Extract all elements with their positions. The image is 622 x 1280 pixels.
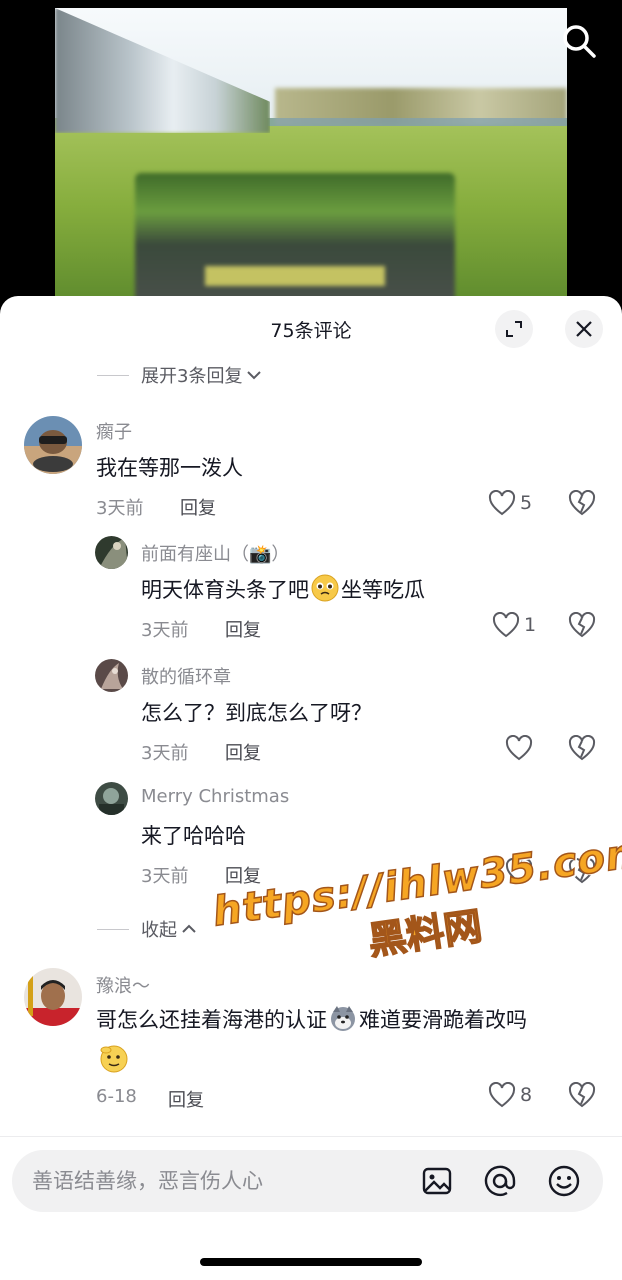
chevron-down-icon xyxy=(247,371,262,380)
comment-text-part: 明天体育头条了吧 xyxy=(141,578,309,602)
husky-dog-icon xyxy=(331,1006,355,1031)
heart-icon xyxy=(505,735,533,761)
reply-button[interactable]: 回复 xyxy=(225,616,261,642)
image-icon[interactable] xyxy=(420,1164,454,1198)
avatar[interactable] xyxy=(95,782,128,815)
like-count: 8 xyxy=(520,1084,533,1106)
close-icon[interactable] xyxy=(565,310,603,348)
search-icon[interactable] xyxy=(560,22,598,60)
input-divider xyxy=(0,1136,622,1137)
like-button[interactable]: 5 xyxy=(488,490,532,516)
avatar[interactable] xyxy=(95,536,128,569)
reply-button[interactable]: 回复 xyxy=(180,494,216,520)
comment-author[interactable]: 散的循环章 xyxy=(141,663,231,689)
at-icon[interactable] xyxy=(483,1164,517,1198)
comment-author[interactable]: 豫浪～ xyxy=(96,972,150,998)
comment-text-part: 坐等吃瓜 xyxy=(341,578,425,602)
comment-time: 3天前 xyxy=(141,743,189,764)
reply-button[interactable]: 回复 xyxy=(225,739,261,765)
comment-time: 3天前 xyxy=(141,866,189,887)
comment-time: 3天前 xyxy=(141,620,189,641)
broken-heart-icon[interactable] xyxy=(568,734,596,765)
like-count: 5 xyxy=(520,492,533,514)
heart-icon xyxy=(488,490,516,516)
collapse-label: 收起 xyxy=(141,920,177,941)
divider-line xyxy=(97,928,129,930)
like-count: 1 xyxy=(524,614,537,636)
comment-text: 来了哈哈哈 xyxy=(141,824,246,848)
like-button[interactable] xyxy=(505,735,533,761)
like-button[interactable]: 8 xyxy=(488,1082,532,1108)
comment-time: 3天前 xyxy=(96,498,144,519)
comment-author[interactable]: Merry Christmas xyxy=(141,786,289,807)
like-button[interactable]: 1 xyxy=(492,612,536,638)
comment-text-part: 难道要滑跪着改吗 xyxy=(359,1008,527,1032)
comment-text: 怎么了？到底怎么了呀？ xyxy=(141,701,372,725)
home-indicator[interactable] xyxy=(200,1258,422,1266)
heart-icon xyxy=(488,1082,516,1108)
expand-replies-label: 展开3条回复 xyxy=(141,366,243,387)
expand-icon[interactable] xyxy=(495,310,533,348)
avatar[interactable] xyxy=(95,659,128,692)
broken-heart-icon[interactable] xyxy=(568,489,596,520)
comment-input-bar xyxy=(12,1150,603,1212)
reply-button[interactable]: 回复 xyxy=(225,862,261,888)
comment-text-line2 xyxy=(96,1042,132,1074)
reply-button[interactable]: 回复 xyxy=(168,1086,204,1112)
chevron-up-icon xyxy=(182,924,196,933)
collapse-replies-button[interactable]: 收起 xyxy=(97,916,197,942)
comment-author[interactable]: 前面有座山（📸） xyxy=(141,540,289,566)
avatar[interactable] xyxy=(24,416,82,474)
comment-sheet: 75条评论 展开3条回复 瘸子 我在等那一泼人 3天前 回复 5 前面有座山（📸… xyxy=(0,296,622,1280)
heart-icon xyxy=(492,612,520,638)
comment-text: 哥怎么还挂着海港的认证 难道要滑跪着改吗 xyxy=(96,1004,527,1034)
pleading-face-icon xyxy=(311,574,339,602)
divider-line xyxy=(97,374,129,376)
salute-face-icon xyxy=(100,1045,128,1073)
emoji-icon[interactable] xyxy=(547,1164,581,1198)
broken-heart-icon[interactable] xyxy=(568,857,596,888)
video-planter-slot xyxy=(205,266,385,286)
expand-replies-button[interactable]: 展开3条回复 xyxy=(97,362,262,388)
like-button[interactable] xyxy=(505,858,533,884)
comment-text: 我在等那一泼人 xyxy=(96,456,243,480)
broken-heart-icon[interactable] xyxy=(568,611,596,642)
comment-author[interactable]: 瘸子 xyxy=(96,418,132,444)
comment-time: 6-18 xyxy=(96,1086,137,1107)
comment-input[interactable] xyxy=(32,1150,412,1212)
heart-icon xyxy=(505,858,533,884)
comment-text-part: 哥怎么还挂着海港的认证 xyxy=(96,1008,327,1032)
video-preview[interactable] xyxy=(55,8,567,300)
video-fence xyxy=(265,118,567,126)
avatar[interactable] xyxy=(24,968,82,1026)
broken-heart-icon[interactable] xyxy=(568,1081,596,1112)
comment-text: 明天体育头条了吧 坐等吃瓜 xyxy=(141,574,425,604)
